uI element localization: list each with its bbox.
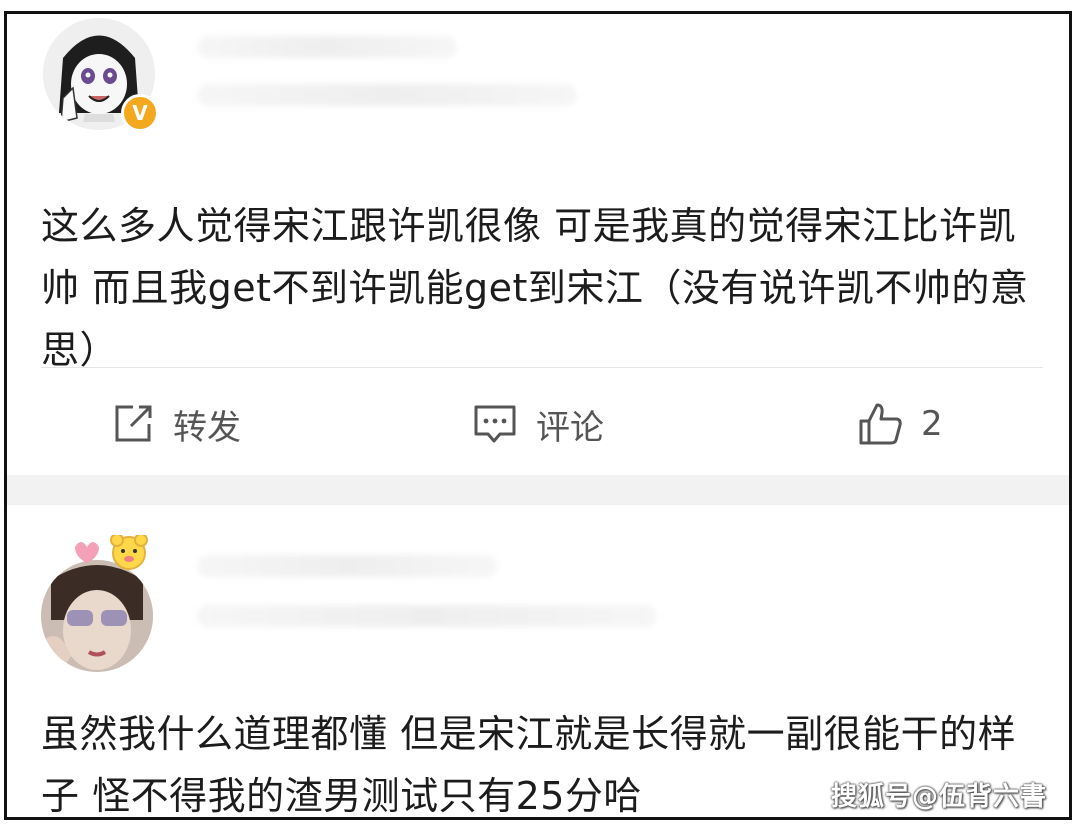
post-card: V 这么多人觉得宋江跟许凯很像 可是我真的觉得宋江比许凯帅 而且我get不到许凯… [7,14,1069,475]
repost-label: 转发 [173,407,241,448]
blurred-username [197,36,457,58]
sticker-decoration-icon [75,535,148,570]
comment-label: 评论 [536,407,604,448]
like-button[interactable]: 2 [857,400,943,448]
edit-share-icon [111,402,155,446]
screenshot-frame: V 这么多人觉得宋江跟许凯很像 可是我真的觉得宋江比许凯帅 而且我get不到许凯… [4,11,1072,820]
repost-button[interactable]: 转发 [111,400,241,448]
like-count: 2 [921,404,943,444]
verified-badge-label: V [132,101,148,125]
comment-button[interactable]: 评论 [472,400,604,448]
blurred-meta [197,84,577,106]
comment-bubble-icon [472,402,518,446]
verified-badge-icon: V [121,94,159,132]
blurred-meta [197,605,657,627]
divider [41,367,1043,368]
blurred-username [197,555,497,577]
post-card: 虽然我什么道理都懂 但是宋江就是长得就一副很能干的样子 怪不得我的渣男测试只有2… [7,505,1069,817]
post-separator [7,475,1069,505]
post-text: 这么多人觉得宋江跟许凯很像 可是我真的觉得宋江比许凯帅 而且我get不到许凯能g… [41,204,1029,372]
thumbs-up-icon [857,401,903,447]
watermark: 搜狐号@伍背六書 [830,782,1047,812]
